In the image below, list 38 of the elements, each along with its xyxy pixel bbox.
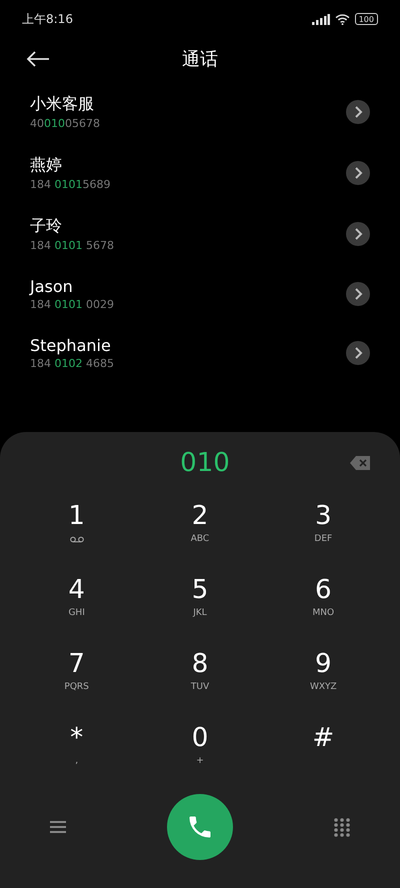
contact-name[interactable]: Jason [30,277,346,296]
chevron-icon[interactable] [346,222,370,246]
screen-title: 通话 [181,48,219,71]
dial-key[interactable]: 5 JKL [138,574,262,632]
contact-name[interactable]: 燕婷 [30,155,346,176]
voicemail-icon [70,536,84,543]
dial-key[interactable]: # [262,722,385,780]
battery-indicator: 100 [354,13,378,25]
dial-key[interactable]: 2 ABC [138,500,262,558]
dial-key[interactable]: 0 + [138,722,262,780]
dial-key[interactable]: * , [15,722,138,780]
contact-name[interactable]: 小米客服 [30,94,346,115]
dialed-number: 010 [179,448,231,478]
dial-key[interactable]: 3 DEF [262,500,385,558]
menu-icon[interactable] [50,820,66,834]
wifi-icon [334,14,350,24]
dialpad-icon[interactable] [334,818,350,836]
contact-name[interactable]: 子玲 [30,216,346,237]
backspace-icon[interactable] [350,456,370,470]
dial-key[interactable]: 6 MNO [262,574,385,632]
contact-number: 4001005678 [30,117,101,130]
signal-icon [312,14,330,24]
dial-key[interactable]: 9 WXYZ [262,648,385,706]
dial-key[interactable]: 7 PQRS [15,648,138,706]
dial-key[interactable]: 1 [15,500,138,558]
dial-key[interactable]: 4 GHI [15,574,138,632]
status-time: 上午8:16 [22,10,73,28]
contact-number: 184 0102 4685 [30,357,115,370]
contact-number: 184 0101 5678 [30,239,115,252]
dial-key[interactable]: 8 TUV [138,648,262,706]
contact-name[interactable]: Stephanie [30,336,346,355]
contact-number: 184 01015689 [30,178,112,191]
chevron-icon[interactable] [346,341,370,365]
contact-number: 184 0101 0029 [30,298,115,311]
chevron-icon[interactable] [346,100,370,124]
back-arrow-icon[interactable] [26,51,50,67]
chevron-icon[interactable] [346,161,370,185]
chevron-icon[interactable] [346,282,370,306]
